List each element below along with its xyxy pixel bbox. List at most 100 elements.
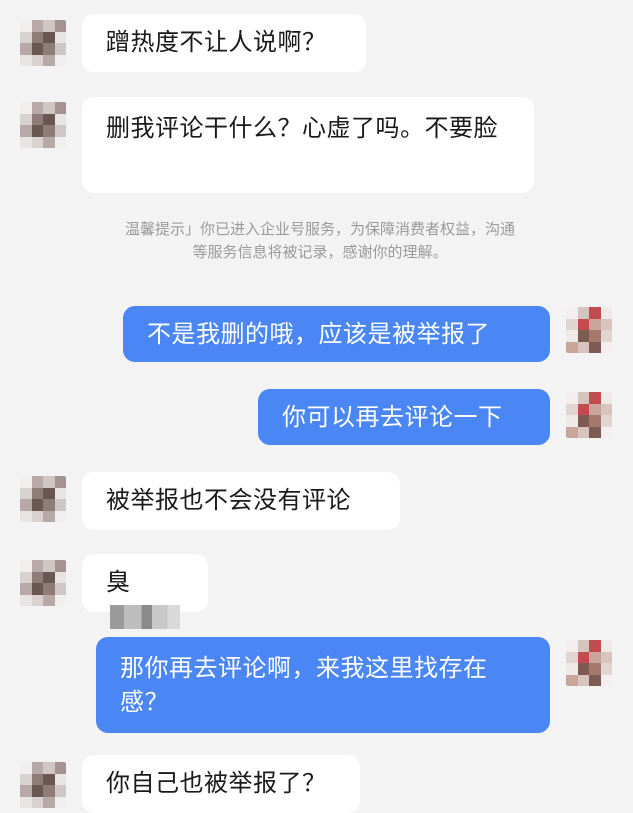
avatar-pixel xyxy=(54,773,66,785)
avatar-pixel xyxy=(589,674,601,686)
avatar-pixel xyxy=(566,341,578,353)
avatar-pixel xyxy=(54,583,66,595)
avatar-pixel xyxy=(31,594,43,606)
avatar-pixel xyxy=(31,571,43,583)
avatar-pixel xyxy=(600,640,612,652)
avatar-pixel xyxy=(577,403,589,415)
redacted-text xyxy=(110,605,180,629)
avatar-pixel xyxy=(54,20,66,32)
avatar-pixel xyxy=(577,426,589,438)
avatar-pixel xyxy=(577,674,589,686)
avatar-pixel xyxy=(566,426,578,438)
avatar-pixel xyxy=(54,113,66,125)
message-text: 删我评论干什么？心虚了吗。不要脸 xyxy=(106,114,498,142)
avatar-pixel xyxy=(20,31,32,43)
contact-avatar[interactable] xyxy=(20,762,66,808)
message-bubble-outgoing[interactable]: 不是我删的哦，应该是被举报了 xyxy=(123,306,550,362)
message-text: 被举报也不会没有评论 xyxy=(106,486,351,514)
avatar-pixel xyxy=(20,510,32,522)
avatar-pixel xyxy=(31,476,43,488)
message-bubble-incoming[interactable]: 蹭热度不让人说啊？ xyxy=(82,14,366,72)
avatar-pixel xyxy=(54,499,66,511)
message-bubble-outgoing[interactable]: 你可以再去评论一下 xyxy=(258,389,550,445)
message-bubble-incoming[interactable]: 你自己也被举报了？ xyxy=(82,755,360,813)
avatar-pixel xyxy=(54,594,66,606)
avatar-pixel xyxy=(600,415,612,427)
avatar-pixel xyxy=(577,318,589,330)
avatar-pixel xyxy=(43,762,55,774)
message-bubble-incoming[interactable]: 删我评论干什么？心虚了吗。不要脸 xyxy=(82,97,534,193)
avatar-pixel xyxy=(600,674,612,686)
self-avatar[interactable] xyxy=(566,640,612,686)
avatar-pixel xyxy=(43,560,55,572)
avatar-pixel xyxy=(31,560,43,572)
avatar-pixel xyxy=(589,307,601,319)
avatar-pixel xyxy=(20,113,32,125)
avatar-pixel xyxy=(43,31,55,43)
avatar-pixel xyxy=(54,54,66,66)
self-avatar[interactable] xyxy=(566,307,612,353)
message-text: 那你再去评论啊，来我这里找存在感？ xyxy=(120,654,488,716)
avatar-pixel xyxy=(20,499,32,511)
avatar-pixel xyxy=(31,54,43,66)
message-text: 你自己也被举报了？ xyxy=(106,769,327,797)
avatar-pixel xyxy=(31,583,43,595)
message-bubble-incoming[interactable]: 臭 xyxy=(82,554,208,629)
avatar-pixel xyxy=(43,510,55,522)
avatar-pixel xyxy=(43,583,55,595)
avatar-pixel xyxy=(20,476,32,488)
avatar-pixel xyxy=(589,403,601,415)
avatar-pixel xyxy=(566,640,578,652)
avatar-pixel xyxy=(31,762,43,774)
avatar-pixel xyxy=(20,102,32,114)
contact-avatar[interactable] xyxy=(20,102,66,148)
avatar-pixel xyxy=(600,663,612,675)
avatar-pixel xyxy=(31,113,43,125)
avatar-pixel xyxy=(577,415,589,427)
avatar-pixel xyxy=(589,663,601,675)
avatar-pixel xyxy=(566,403,578,415)
avatar-pixel xyxy=(20,20,32,32)
avatar-pixel xyxy=(43,125,55,137)
avatar-pixel xyxy=(566,651,578,663)
avatar-pixel xyxy=(43,499,55,511)
contact-avatar[interactable] xyxy=(20,20,66,66)
avatar-pixel xyxy=(589,426,601,438)
avatar-pixel xyxy=(54,560,66,572)
avatar-pixel xyxy=(566,318,578,330)
avatar-pixel xyxy=(31,510,43,522)
avatar-pixel xyxy=(589,415,601,427)
avatar-pixel xyxy=(589,392,601,404)
avatar-pixel xyxy=(31,796,43,808)
avatar-pixel xyxy=(600,392,612,404)
avatar-pixel xyxy=(20,796,32,808)
avatar-pixel xyxy=(20,487,32,499)
self-avatar[interactable] xyxy=(566,392,612,438)
contact-avatar[interactable] xyxy=(20,476,66,522)
avatar-pixel xyxy=(43,571,55,583)
avatar-pixel xyxy=(31,125,43,137)
avatar-pixel xyxy=(31,487,43,499)
avatar-pixel xyxy=(577,663,589,675)
avatar-pixel xyxy=(577,307,589,319)
contact-avatar[interactable] xyxy=(20,560,66,606)
system-notice: 温馨提示」你已进入企业号服务，为保障消费者权益，沟通 等服务信息将被记录，感谢你… xyxy=(60,218,580,264)
avatar-pixel xyxy=(43,43,55,55)
avatar-pixel xyxy=(566,663,578,675)
message-bubble-outgoing[interactable]: 那你再去评论啊，来我这里找存在感？ xyxy=(96,637,550,733)
message-text: 不是我删的哦，应该是被举报了 xyxy=(147,320,490,348)
avatar-pixel xyxy=(43,785,55,797)
avatar-pixel xyxy=(566,392,578,404)
avatar-pixel xyxy=(31,785,43,797)
avatar-pixel xyxy=(589,318,601,330)
avatar-pixel xyxy=(43,594,55,606)
message-text: 你可以再去评论一下 xyxy=(282,403,503,431)
avatar-pixel xyxy=(600,426,612,438)
avatar-pixel xyxy=(566,330,578,342)
avatar-pixel xyxy=(20,594,32,606)
message-bubble-incoming[interactable]: 被举报也不会没有评论 xyxy=(82,472,400,530)
avatar-pixel xyxy=(43,796,55,808)
message-text: 臭 xyxy=(106,568,131,596)
avatar-pixel xyxy=(31,499,43,511)
avatar-pixel xyxy=(577,392,589,404)
